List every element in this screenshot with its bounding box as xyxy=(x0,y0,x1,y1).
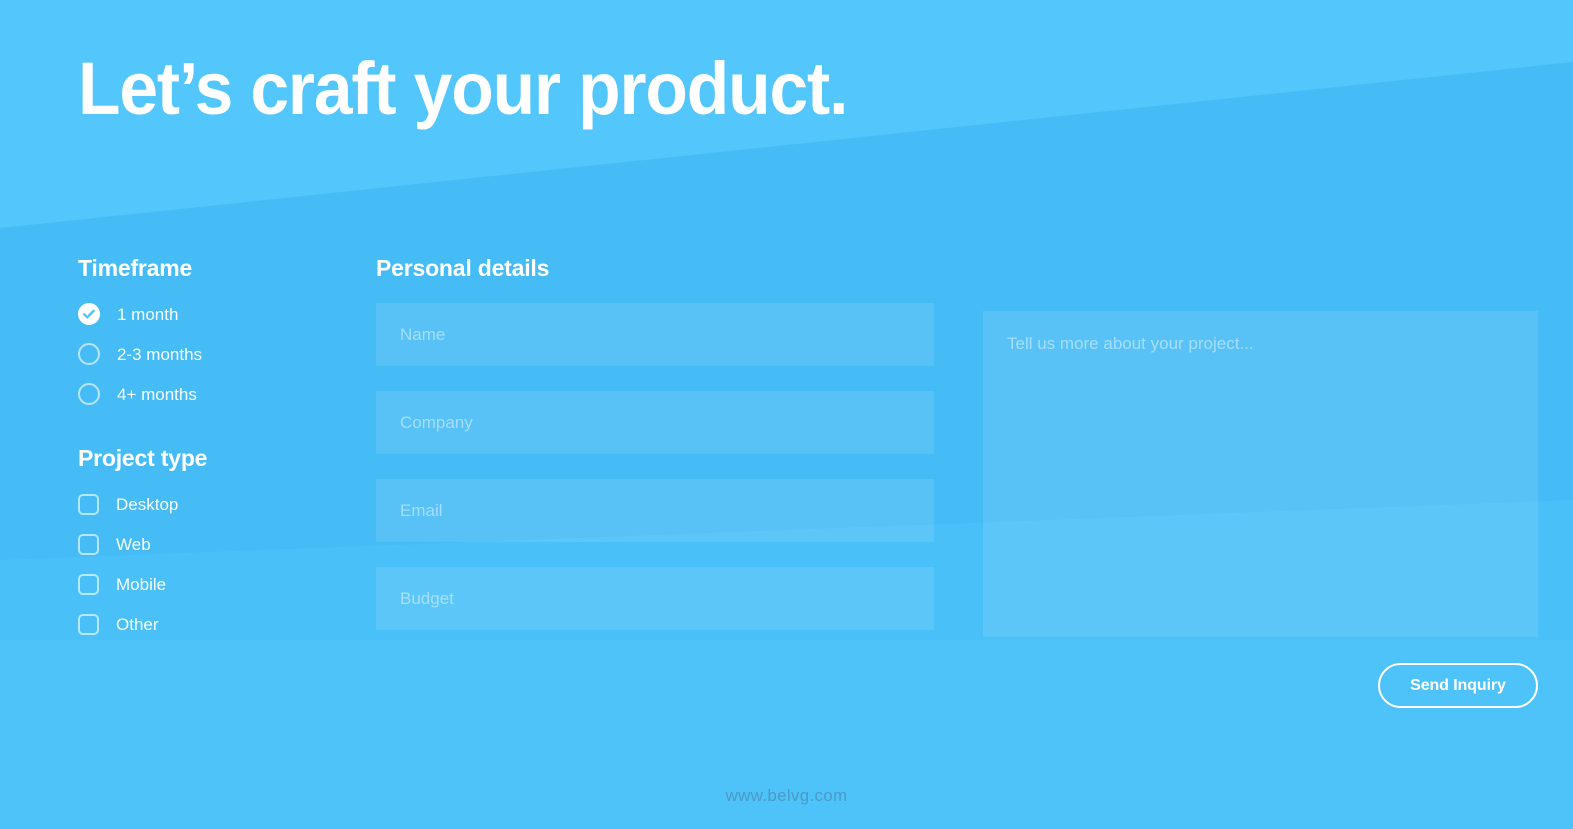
checkbox-option-desktop[interactable]: Desktop xyxy=(78,492,348,516)
checkbox-option-web[interactable]: Web xyxy=(78,532,348,556)
checkbox-option-mobile[interactable]: Mobile xyxy=(78,572,348,596)
project-message-textarea[interactable]: Tell us more about your project... xyxy=(983,311,1538,637)
page-title: Let’s craft your product. xyxy=(78,47,848,130)
personal-details-heading: Personal details xyxy=(376,255,550,281)
email-input-placeholder: Email xyxy=(400,501,443,520)
company-input[interactable]: Company xyxy=(376,391,934,454)
personal-details-fields: Name Company Email Budget xyxy=(376,303,934,630)
checkbox-indicator[interactable] xyxy=(78,613,99,635)
name-input-placeholder: Name xyxy=(400,325,446,344)
radio-option-4-plus-months[interactable]: 4+ months xyxy=(78,382,348,406)
checkbox-indicator[interactable] xyxy=(78,493,99,515)
radio-option-1-month[interactable]: 1 month xyxy=(78,302,348,326)
project-message-placeholder: Tell us more about your project... xyxy=(1007,334,1254,353)
radio-indicator-selected[interactable] xyxy=(78,303,100,325)
name-input[interactable]: Name xyxy=(376,303,934,366)
hero-section: Let’s craft your product. xyxy=(78,52,896,126)
personal-details-section: Personal details Name Company Email Budg… xyxy=(376,255,934,630)
checkbox-label: Desktop xyxy=(116,494,179,514)
checkbox-label: Web xyxy=(116,534,151,554)
radio-label: 2-3 months xyxy=(117,344,203,364)
company-input-placeholder: Company xyxy=(400,413,473,432)
radio-indicator[interactable] xyxy=(78,383,100,405)
footer: www.belvg.com xyxy=(0,786,1573,806)
send-inquiry-button[interactable]: Send Inquiry xyxy=(1378,663,1538,708)
checkbox-label: Mobile xyxy=(116,574,167,594)
check-icon xyxy=(80,305,98,323)
radio-option-2-3-months[interactable]: 2-3 months xyxy=(78,342,348,366)
budget-input-placeholder: Budget xyxy=(400,589,454,608)
radio-indicator[interactable] xyxy=(78,343,100,365)
checkbox-option-other[interactable]: Other xyxy=(78,612,348,636)
site-watermark: www.belvg.com xyxy=(725,786,848,805)
email-input[interactable]: Email xyxy=(376,479,934,542)
budget-input[interactable]: Budget xyxy=(376,567,934,630)
checkbox-indicator[interactable] xyxy=(78,573,99,595)
radio-label: 4+ months xyxy=(117,384,197,404)
timeframe-heading: Timeframe xyxy=(78,255,193,281)
project-type-heading: Project type xyxy=(78,445,208,471)
options-sidebar: Timeframe 1 month 2-3 months 4+ months P… xyxy=(78,255,348,636)
checkbox-indicator[interactable] xyxy=(78,533,99,555)
radio-label: 1 month xyxy=(117,304,179,324)
contact-page: Let’s craft your product. Timeframe 1 mo… xyxy=(0,0,1573,829)
checkbox-label: Other xyxy=(116,614,159,634)
